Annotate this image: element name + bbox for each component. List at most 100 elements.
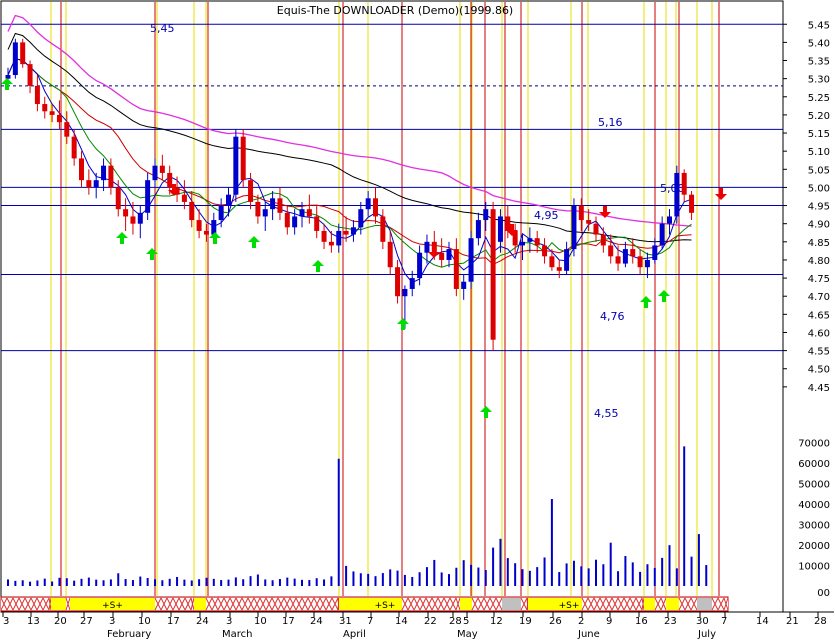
candle-body [189, 201, 195, 221]
candle-body [483, 209, 489, 221]
candle-body [453, 249, 459, 289]
candle-body [321, 230, 327, 242]
candle-body [115, 187, 121, 210]
candle-body [622, 249, 628, 264]
candle-body [284, 212, 290, 228]
price-tick-label: 4.55 [808, 347, 830, 358]
signal-band-segment [697, 598, 712, 610]
chart: 5,45 5,16 5,00 4,95 4,76 4,55 +S+ +S+ +S+ 5.45 5… [0, 0, 835, 640]
price-tick-label: 5.30 [808, 75, 830, 86]
date-tick-label: 14 [756, 616, 769, 627]
price-tick-label: 4.45 [808, 383, 830, 394]
price-tick-label: 4.65 [808, 310, 830, 321]
month-label: March [222, 629, 252, 640]
candle-body [505, 216, 511, 231]
price-tick-label: 4.60 [808, 328, 830, 339]
candle-body [196, 220, 202, 231]
candle-body [270, 198, 276, 210]
level-label: 5,45 [150, 22, 175, 35]
date-tick-label: 9 [606, 616, 612, 627]
candle-body [137, 212, 143, 224]
signal-band-segment [666, 598, 679, 610]
level-label: 5,00 [660, 182, 685, 195]
volume-tick-label: 00 [817, 588, 830, 599]
candle-body [240, 136, 246, 181]
candle-body [365, 198, 371, 210]
candle-body [152, 165, 158, 181]
candle-body [417, 252, 423, 279]
candle-body [248, 180, 254, 202]
date-tick-label: 27 [80, 616, 93, 627]
candle-body [226, 194, 231, 206]
candle-body [255, 201, 261, 217]
candle-body [424, 241, 430, 253]
date-tick-label: 30 [696, 616, 709, 627]
price-tick-label: 4.70 [808, 292, 830, 303]
signal-band-segment [51, 598, 66, 610]
date-tick-label: 20 [54, 616, 67, 627]
candle-body [593, 223, 599, 235]
candle-body [600, 234, 606, 246]
candle-body [71, 136, 77, 159]
date-tick-label: 3 [109, 616, 115, 627]
date-tick-label: 31 [339, 616, 352, 627]
candle-body [159, 165, 165, 173]
date-tick-label: 24 [196, 616, 209, 627]
date-tick-label: 2 [578, 616, 584, 627]
candle-body [86, 180, 92, 188]
price-tick-label: 5.10 [808, 147, 830, 158]
candle-body [93, 180, 99, 188]
price-tick-label: 4.90 [808, 220, 830, 231]
candle-body [108, 165, 114, 188]
volume-tick-label: 40000 [798, 500, 830, 511]
price-tick-label: 5.05 [808, 165, 830, 176]
chart-svg: 5,45 5,16 5,00 4,95 4,76 4,55 +S+ +S+ +S+ 5.45 5… [0, 0, 834, 640]
candle-body [527, 238, 533, 242]
volume-tick-label: 20000 [798, 541, 830, 552]
candle-body [630, 249, 636, 257]
candle-body [497, 216, 503, 242]
date-tick-label: 10 [138, 616, 151, 627]
candle-body [277, 198, 283, 213]
candle-body [387, 241, 393, 268]
candle-body [79, 158, 84, 181]
candle-body [306, 209, 312, 217]
candle-body [20, 42, 26, 65]
candle-body [101, 165, 107, 181]
date-tick-label: 23 [664, 616, 677, 627]
candle-body [203, 230, 209, 235]
date-tick-label: 28 [814, 616, 827, 627]
price-tick-label: 4.95 [808, 202, 830, 213]
candle-body [659, 223, 665, 246]
chart-title: Equis-The DOWNLOADER (Demo)(1999.86) [277, 4, 513, 17]
candle-body [564, 249, 570, 271]
candle-body [689, 194, 695, 213]
candle-body [652, 245, 658, 260]
price-tick-label: 4.75 [808, 274, 830, 285]
date-tick-label: 28 [449, 616, 462, 627]
candle-body [615, 256, 621, 264]
candle-body [549, 256, 555, 268]
candle-body [644, 259, 650, 268]
candle-body [380, 216, 386, 242]
signal-band-segment [194, 598, 206, 610]
candle-body [468, 238, 474, 282]
candle-body [586, 220, 592, 224]
candle-body [292, 216, 298, 228]
price-tick-label: 4.80 [808, 256, 830, 267]
candle-body [314, 216, 320, 231]
candle-body [402, 288, 408, 297]
candle-body [262, 209, 268, 217]
price-tick-label: 5.45 [808, 20, 830, 31]
candle-body [167, 172, 173, 188]
candle-body [571, 205, 577, 250]
signal-band-segment [644, 598, 655, 610]
date-tick-label: 7 [367, 616, 373, 627]
price-tick-label: 5.00 [808, 183, 830, 194]
candle-body [409, 278, 415, 289]
candle-body [56, 114, 62, 123]
date-tick-label: 5 [463, 616, 469, 627]
candle-body [49, 111, 55, 115]
candle-body [358, 209, 364, 228]
date-tick-label: 3 [3, 616, 9, 627]
